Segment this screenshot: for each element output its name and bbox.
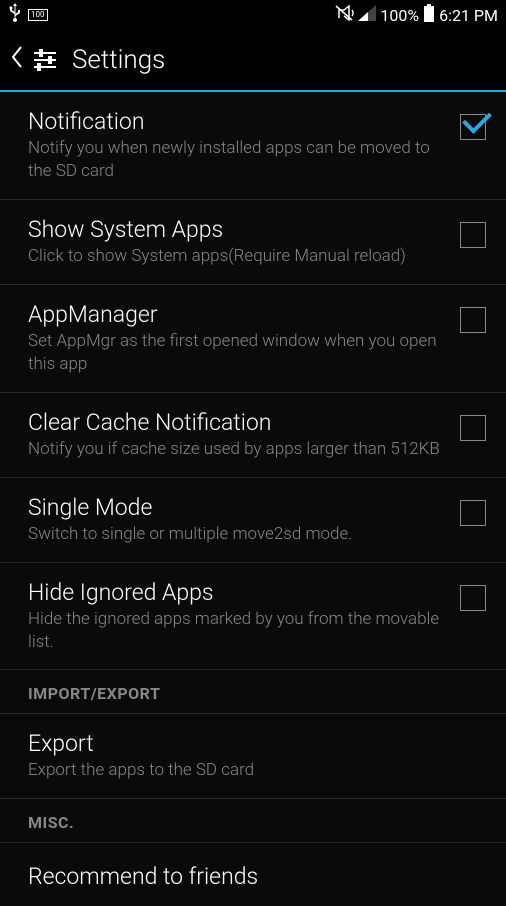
- setting-title: Notification: [28, 108, 444, 135]
- setting-show-system-apps[interactable]: Show System Apps Click to show System ap…: [0, 200, 506, 285]
- checkbox-notification[interactable]: [460, 114, 486, 140]
- status-bar: 100 100% 6:21 PM: [0, 0, 506, 30]
- setting-title: Recommend to friends: [28, 863, 486, 890]
- page-title: Settings: [72, 45, 165, 75]
- back-icon[interactable]: [10, 44, 24, 77]
- setting-title: AppManager: [28, 301, 444, 328]
- vibrate-icon: [334, 4, 354, 26]
- setting-recommend[interactable]: Recommend to friends: [0, 843, 506, 906]
- header-bar: Settings: [0, 30, 506, 92]
- section-misc: MISC.: [0, 799, 506, 843]
- checkbox-clear-cache[interactable]: [460, 415, 486, 441]
- section-import-export: IMPORT/EXPORT: [0, 670, 506, 714]
- setting-subtitle: Export the apps to the SD card: [28, 759, 470, 782]
- setting-subtitle: Switch to single or multiple move2sd mod…: [28, 523, 444, 546]
- setting-hide-ignored-apps[interactable]: Hide Ignored Apps Hide the ignored apps …: [0, 563, 506, 671]
- checkbox-hide-ignored[interactable]: [460, 585, 486, 611]
- checkbox-show-system-apps[interactable]: [460, 222, 486, 248]
- setting-title: Export: [28, 730, 470, 757]
- setting-export[interactable]: Export Export the apps to the SD card: [0, 714, 506, 799]
- setting-app-manager[interactable]: AppManager Set AppMgr as the first opene…: [0, 285, 506, 393]
- setting-clear-cache-notification[interactable]: Clear Cache Notification Notify you if c…: [0, 393, 506, 478]
- setting-subtitle: Hide the ignored apps marked by you from…: [28, 608, 444, 654]
- battery-icon: [423, 4, 435, 26]
- setting-single-mode[interactable]: Single Mode Switch to single or multiple…: [0, 478, 506, 563]
- setting-title: Hide Ignored Apps: [28, 579, 444, 606]
- setting-title: Clear Cache Notification: [28, 409, 444, 436]
- checkbox-single-mode[interactable]: [460, 500, 486, 526]
- checkbox-app-manager[interactable]: [460, 307, 486, 333]
- setting-subtitle: Notify you if cache size used by apps la…: [28, 438, 444, 461]
- setting-notification[interactable]: Notification Notify you when newly insta…: [0, 92, 506, 200]
- setting-title: Show System Apps: [28, 216, 444, 243]
- setting-subtitle: Set AppMgr as the first opened window wh…: [28, 330, 444, 376]
- usb-icon: [8, 3, 22, 27]
- signal-icon: [358, 5, 376, 25]
- battery-box-icon: 100: [28, 9, 48, 21]
- settings-list: Notification Notify you when newly insta…: [0, 92, 506, 906]
- setting-subtitle: Click to show System apps(Require Manual…: [28, 245, 444, 268]
- settings-slider-icon[interactable]: [32, 47, 58, 73]
- battery-percent: 100%: [380, 6, 419, 25]
- setting-title: Single Mode: [28, 494, 444, 521]
- setting-subtitle: Notify you when newly installed apps can…: [28, 137, 444, 183]
- clock-time: 6:21 PM: [439, 6, 498, 25]
